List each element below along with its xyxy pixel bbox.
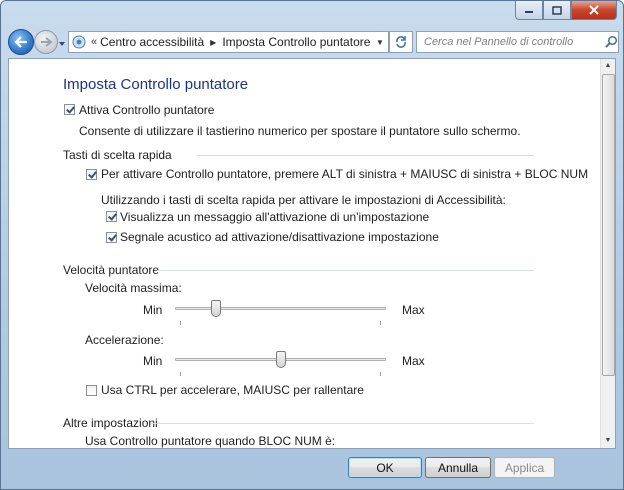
dialog-button-bar: OK Annulla Applica xyxy=(1,448,623,489)
navigation-bar: « Centro accessibilità ▶ Imposta Control… xyxy=(1,27,623,57)
window-controls xyxy=(515,1,617,20)
close-button[interactable] xyxy=(571,1,617,20)
max-speed-slider-ticks xyxy=(175,321,386,325)
acceleration-slider-ticks xyxy=(175,372,386,376)
apply-button[interactable]: Applica xyxy=(494,457,555,478)
refresh-button[interactable] xyxy=(389,31,413,53)
close-icon xyxy=(589,5,599,15)
warning-message-checkbox[interactable] xyxy=(106,211,117,222)
max-speed-min-label: Min xyxy=(143,303,163,317)
minimize-button[interactable] xyxy=(515,1,543,20)
warning-message-label[interactable]: Visualizza un messaggio all'attivazione … xyxy=(120,210,429,224)
enable-mouse-keys-description: Consente di utilizzare il tastierino num… xyxy=(79,124,521,138)
shortcut-label[interactable]: Per attivare Controllo puntatore, premer… xyxy=(101,167,588,181)
cancel-button[interactable]: Annulla xyxy=(425,457,491,478)
sound-checkbox[interactable] xyxy=(106,232,117,243)
search-input[interactable] xyxy=(422,35,604,49)
arrow-right-icon xyxy=(41,37,52,47)
recent-pages-button[interactable] xyxy=(58,37,66,46)
acceleration-min-label: Min xyxy=(143,354,163,368)
ctrl-shift-checkbox[interactable] xyxy=(86,385,97,396)
title-bar xyxy=(1,1,623,27)
control-panel-window: « Centro accessibilità ▶ Imposta Control… xyxy=(0,0,624,490)
address-bar[interactable]: « Centro accessibilità ▶ Imposta Control… xyxy=(68,31,389,53)
ctrl-shift-label[interactable]: Usa CTRL per accelerare, MAIUSC per rall… xyxy=(101,383,364,397)
shortcut-subheading: Utilizzando i tasti di scelta rapida per… xyxy=(101,193,506,207)
other-settings-heading: Altre impostazioni xyxy=(63,416,158,430)
breadcrumb-current-page[interactable]: Imposta Controllo puntatore xyxy=(222,35,370,49)
pointer-speed-heading: Velocità puntatore xyxy=(63,263,160,277)
enable-mouse-keys-checkbox[interactable] xyxy=(64,104,75,115)
breadcrumb-overflow-icon[interactable]: « xyxy=(91,36,97,48)
other-settings-divider xyxy=(151,423,534,424)
max-speed-max-label: Max xyxy=(402,303,425,317)
ok-button[interactable]: OK xyxy=(348,457,422,478)
max-speed-label: Velocità massima: xyxy=(85,281,182,295)
pointer-speed-divider xyxy=(157,270,534,271)
search-box xyxy=(416,31,619,53)
control-panel-icon xyxy=(72,35,86,49)
breadcrumb-separator-icon[interactable]: ▶ xyxy=(210,38,216,47)
max-speed-slider-thumb[interactable] xyxy=(211,300,222,317)
page-title: Imposta Controllo puntatore xyxy=(63,76,249,93)
numlock-label: Usa Controllo puntatore quando BLOC NUM … xyxy=(85,434,336,448)
maximize-button[interactable] xyxy=(543,1,571,20)
enable-mouse-keys-label[interactable]: Attiva Controllo puntatore xyxy=(79,103,214,117)
forward-button[interactable] xyxy=(34,30,58,54)
max-speed-slider-track[interactable] xyxy=(175,307,386,310)
maximize-icon xyxy=(552,5,562,15)
scrollbar-thumb[interactable] xyxy=(602,74,615,376)
back-button[interactable] xyxy=(8,29,34,55)
chevron-down-icon xyxy=(59,42,65,46)
address-dropdown-icon[interactable]: ▼ xyxy=(372,38,388,47)
scroll-up-icon[interactable]: ▲ xyxy=(601,59,615,73)
refresh-icon xyxy=(396,36,406,48)
sound-label[interactable]: Segnale acustico ad attivazione/disattiv… xyxy=(120,230,439,244)
breadcrumb-accessibility-center[interactable]: Centro accessibilità xyxy=(100,35,204,49)
shortcuts-heading: Tasti di scelta rapida xyxy=(63,148,172,162)
arrow-left-icon xyxy=(14,36,27,48)
shortcuts-divider xyxy=(197,155,534,156)
acceleration-max-label: Max xyxy=(402,354,425,368)
search-icon[interactable] xyxy=(604,35,618,49)
acceleration-label: Accelerazione: xyxy=(85,333,164,347)
vertical-scrollbar[interactable]: ▲ ▼ xyxy=(600,59,615,448)
content-pane: Imposta Controllo puntatore Attiva Contr… xyxy=(8,58,616,449)
shortcut-checkbox[interactable] xyxy=(86,169,97,180)
minimize-icon xyxy=(525,11,533,13)
scroll-down-icon[interactable]: ▼ xyxy=(601,434,615,448)
acceleration-slider-thumb[interactable] xyxy=(275,351,286,368)
